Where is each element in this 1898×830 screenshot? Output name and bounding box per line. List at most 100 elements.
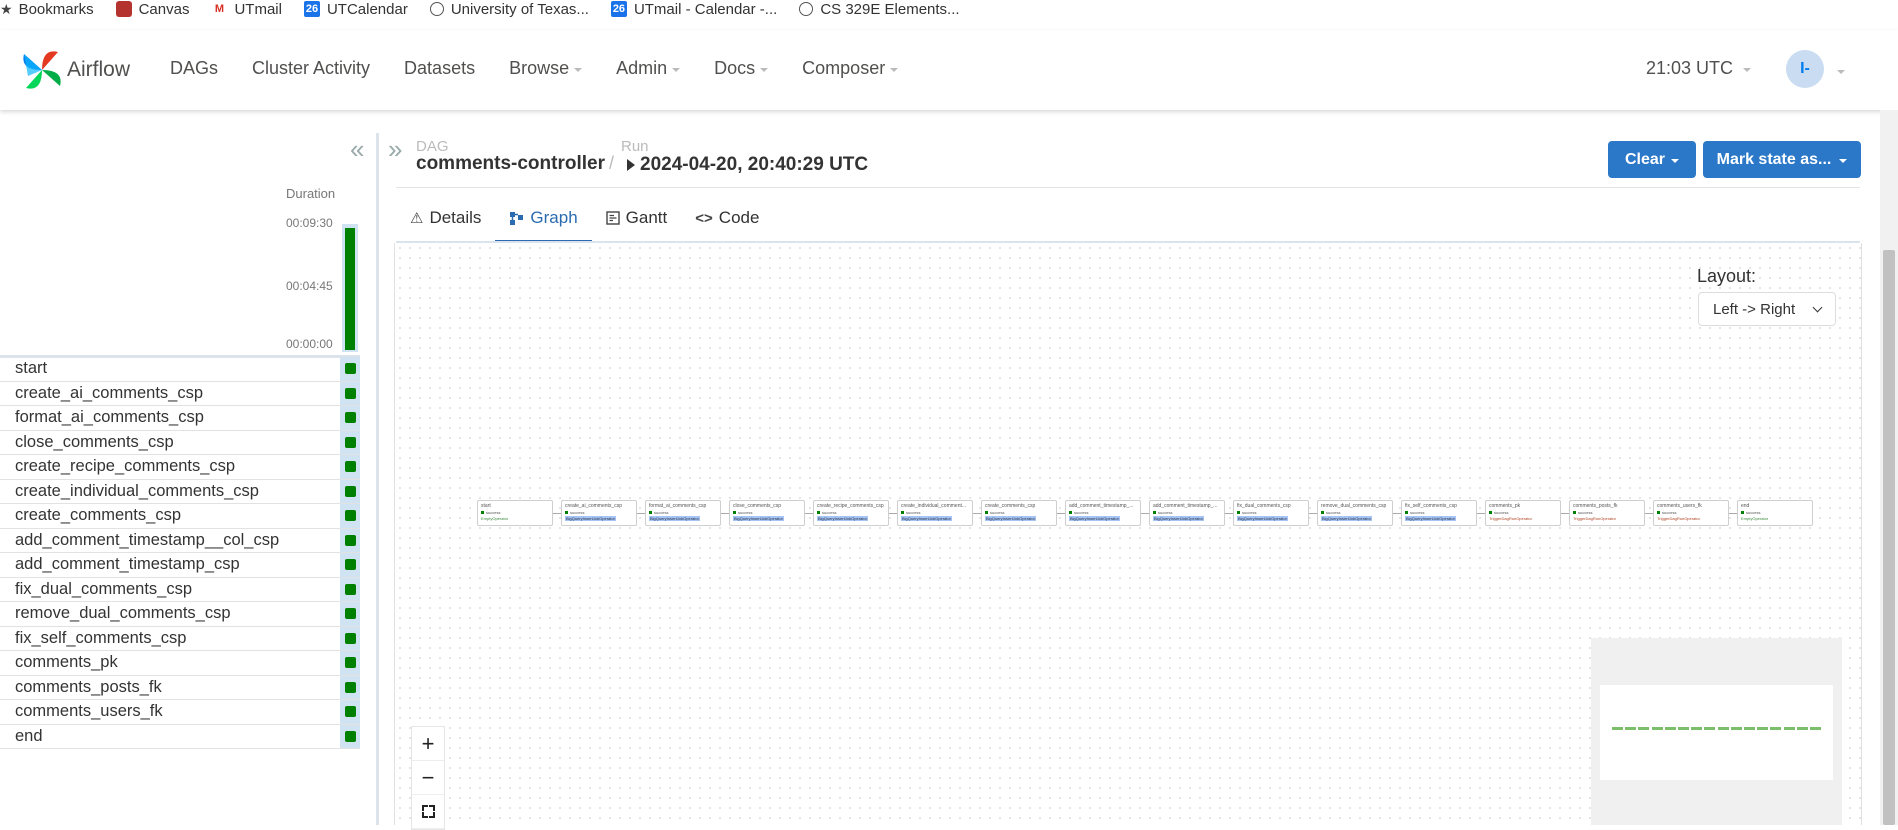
- dag-node[interactable]: close_comments_csp success BigQueryInsertJ…: [729, 500, 805, 526]
- nav-label: Browse: [509, 58, 570, 78]
- task-row[interactable]: fix_dual_comments_csp: [0, 577, 360, 602]
- collapse-grid-icon[interactable]: «: [350, 134, 364, 165]
- brand-name[interactable]: Airflow: [67, 58, 130, 82]
- tab-code[interactable]: <> Code: [681, 196, 773, 240]
- nav-composer[interactable]: Composer: [802, 58, 899, 79]
- tab-graph[interactable]: Graph: [495, 196, 592, 242]
- utc-clock[interactable]: 21:03 UTC: [1646, 58, 1752, 79]
- node-operator: EmptyOperator: [481, 516, 552, 521]
- nav-browse[interactable]: Browse: [509, 58, 583, 79]
- task-instance-cell[interactable]: [340, 651, 360, 675]
- bookmark-item[interactable]: 26 UTCalendar: [303, 1, 408, 18]
- task-name: create_comments_csp: [15, 506, 181, 525]
- bookmark-item[interactable]: ★ Bookmarks: [0, 1, 94, 18]
- main-menu: DAGs Cluster Activity Datasets Browse Ad…: [170, 58, 932, 79]
- task-row[interactable]: start: [0, 357, 360, 382]
- dag-node[interactable]: create_individual_comment... success BigQu…: [897, 500, 973, 526]
- task-row[interactable]: add_comment_timestamp__col_csp: [0, 528, 360, 553]
- task-instance-cell[interactable]: [340, 430, 360, 454]
- tab-gantt[interactable]: Gantt: [592, 196, 682, 240]
- bookmark-item[interactable]: University of Texas...: [429, 1, 589, 18]
- minimap-viewport[interactable]: [1600, 685, 1833, 780]
- task-instance-cell[interactable]: [340, 626, 360, 650]
- task-instance-cell[interactable]: [340, 381, 360, 405]
- task-row[interactable]: remove_dual_comments_csp: [0, 602, 360, 627]
- dag-edge: [1393, 513, 1401, 514]
- nav-dags[interactable]: DAGs: [170, 58, 218, 79]
- task-row[interactable]: create_recipe_comments_csp: [0, 455, 360, 480]
- task-row[interactable]: fix_self_comments_csp: [0, 626, 360, 651]
- caret-down-icon[interactable]: [1837, 70, 1845, 74]
- run-duration-bar[interactable]: [345, 228, 355, 350]
- caret-down-icon: [672, 67, 681, 72]
- task-row[interactable]: create_ai_comments_csp: [0, 381, 360, 406]
- bookmark-item[interactable]: 26 UTmail - Calendar -...: [610, 1, 777, 18]
- dag-node[interactable]: comments_pk success TriggerDagRunOperator: [1485, 500, 1561, 526]
- mark-state-button[interactable]: Mark state as...: [1703, 141, 1861, 178]
- task-status-square: [344, 681, 356, 693]
- tab-details[interactable]: ⚠ Details: [396, 196, 495, 240]
- task-instance-cell[interactable]: [340, 675, 360, 699]
- panel-splitter[interactable]: [376, 133, 379, 825]
- task-row[interactable]: create_individual_comments_csp: [0, 479, 360, 504]
- dag-node[interactable]: add_comment_timestamp_... success BigQuery…: [1149, 500, 1225, 526]
- node-status-text: success: [654, 510, 669, 515]
- task-row[interactable]: end: [0, 724, 360, 749]
- node-operator-text: BigQueryInsertJobOperator: [817, 516, 868, 521]
- task-instance-cell[interactable]: [340, 406, 360, 430]
- task-row[interactable]: comments_users_fk: [0, 700, 360, 725]
- nav-datasets[interactable]: Datasets: [404, 58, 475, 79]
- dag-node[interactable]: end success EmptyOperator: [1737, 500, 1813, 526]
- layout-select[interactable]: Left -> Right: [1698, 292, 1836, 326]
- task-row[interactable]: add_comment_timestamp_csp: [0, 553, 360, 578]
- task-instance-cell[interactable]: [340, 577, 360, 601]
- dag-node[interactable]: comments_users_fk success TriggerDagRunOpe…: [1653, 500, 1729, 526]
- task-instance-cell[interactable]: [340, 528, 360, 552]
- dag-node[interactable]: comments_posts_fk success TriggerDagRunOpe…: [1569, 500, 1645, 526]
- task-row[interactable]: create_comments_csp: [0, 504, 360, 529]
- dag-node[interactable]: start success EmptyOperator: [477, 500, 553, 526]
- task-instance-cell[interactable]: [340, 504, 360, 528]
- bookmark-item[interactable]: Canvas: [115, 1, 189, 18]
- calendar-icon: 26: [610, 1, 627, 17]
- nav-admin[interactable]: Admin: [616, 58, 681, 79]
- dag-node[interactable]: create_comments_csp success BigQueryInsert…: [981, 500, 1057, 526]
- task-instance-cell[interactable]: [340, 479, 360, 503]
- zoom-in-button[interactable]: +: [412, 727, 444, 761]
- breadcrumb-separator: /: [609, 153, 615, 173]
- task-instance-cell[interactable]: [340, 455, 360, 479]
- airflow-pinwheel-icon[interactable]: [18, 46, 66, 94]
- task-row[interactable]: comments_posts_fk: [0, 675, 360, 700]
- dag-id-link[interactable]: comments-controller: [416, 153, 605, 175]
- task-instance-cell[interactable]: [340, 553, 360, 577]
- dag-node[interactable]: create_ai_comments_csp success BigQueryIns…: [561, 500, 637, 526]
- status-square-icon: [1237, 511, 1240, 514]
- task-row[interactable]: comments_pk: [0, 651, 360, 676]
- bookmark-item[interactable]: M UTmail: [211, 1, 282, 18]
- task-instance-cell[interactable]: [340, 357, 360, 381]
- caret-down-icon: [760, 67, 769, 72]
- fit-view-button[interactable]: [412, 795, 444, 829]
- expand-details-icon[interactable]: »: [388, 134, 402, 165]
- dag-node[interactable]: fix_self_comments_csp success BigQueryInse…: [1401, 500, 1477, 526]
- task-row[interactable]: close_comments_csp: [0, 430, 360, 455]
- dag-node[interactable]: create_recipe_comments_csp success BigQuer…: [813, 500, 889, 526]
- user-avatar[interactable]: I-: [1786, 50, 1824, 88]
- nav-docs[interactable]: Docs: [714, 58, 769, 79]
- nav-cluster-activity[interactable]: Cluster Activity: [252, 58, 370, 79]
- dag-node[interactable]: remove_dual_comments_csp success BigQueryI…: [1317, 500, 1393, 526]
- zoom-out-button[interactable]: −: [412, 761, 444, 795]
- task-status-square: [344, 387, 356, 399]
- dag-node[interactable]: format_ai_comments_csp success BigQueryIns…: [645, 500, 721, 526]
- dag-node[interactable]: add_comment_timestamp_... success BigQuery…: [1065, 500, 1141, 526]
- run-id[interactable]: 2024-04-20, 20:40:29 UTC: [627, 154, 868, 176]
- dag-node[interactable]: fix_dual_comments_csp success BigQueryInse…: [1233, 500, 1309, 526]
- page-scrollbar-thumb[interactable]: [1883, 250, 1895, 825]
- clear-button[interactable]: Clear: [1608, 141, 1696, 178]
- task-instance-cell[interactable]: [340, 700, 360, 724]
- dag-edge: [637, 513, 645, 514]
- task-instance-cell[interactable]: [340, 602, 360, 626]
- task-row[interactable]: format_ai_comments_csp: [0, 406, 360, 431]
- bookmark-item[interactable]: CS 329E Elements...: [799, 1, 960, 18]
- task-instance-cell[interactable]: [340, 724, 360, 748]
